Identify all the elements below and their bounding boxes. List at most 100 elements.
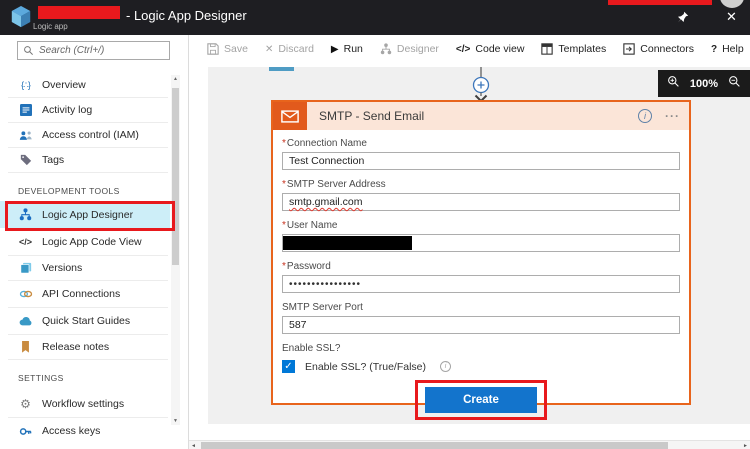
sidebar-item-label: Release notes: [42, 341, 110, 353]
run-button[interactable]: ▶ Run: [331, 43, 363, 55]
sidebar-search[interactable]: [17, 41, 170, 60]
user-name-input[interactable]: [282, 234, 680, 252]
sidebar-item-access-control[interactable]: Access control (IAM): [0, 123, 170, 147]
sidebar-section-development-tools: DEVELOPMENT TOOLS: [18, 186, 120, 196]
sidebar-item-label: Logic App Designer: [42, 208, 134, 221]
code-view-button[interactable]: </> Code view: [456, 43, 525, 55]
search-icon: [24, 46, 33, 55]
search-input[interactable]: [39, 45, 164, 56]
more-options-icon[interactable]: ···: [665, 109, 680, 123]
smtp-send-email-card: SMTP - Send Email i ··· *Connection Name…: [271, 100, 691, 420]
toolbar-button-label: Designer: [396, 43, 439, 55]
sidebar-item-versions[interactable]: Versions: [0, 256, 170, 280]
sidebar-item-label: Tags: [42, 154, 65, 166]
input-value: Test Connection: [289, 155, 365, 167]
sidebar-item-logic-app-code-view[interactable]: </> Logic App Code View: [0, 229, 170, 255]
scrollbar-thumb[interactable]: [201, 442, 668, 449]
sidebar: {∴} Overview Activity log Access control…: [0, 35, 188, 449]
designer-canvas[interactable]: 100% SMTP - Send Email i ··· *Connection: [208, 67, 750, 424]
sidebar-item-tags[interactable]: Tags: [0, 148, 170, 172]
help-button[interactable]: ? Help: [711, 43, 744, 55]
toolbar-button-label: Help: [722, 43, 744, 55]
sidebar-item-logic-app-designer[interactable]: Logic App Designer: [0, 201, 170, 228]
cloud-icon: [18, 316, 33, 326]
close-icon[interactable]: ✕: [726, 9, 737, 25]
password-input[interactable]: ••••••••••••••••: [282, 275, 680, 293]
templates-icon: [541, 43, 554, 55]
card-header[interactable]: SMTP - Send Email i ···: [273, 102, 689, 130]
run-play-icon: ▶: [330, 43, 339, 55]
info-icon[interactable]: i: [638, 109, 652, 123]
field-label: SMTP Server Port: [282, 302, 363, 313]
connectors-icon: [623, 43, 635, 55]
zoom-in-icon[interactable]: [667, 75, 680, 93]
sidebar-item-label: Activity log: [42, 104, 93, 116]
scroll-up-arrow[interactable]: ▲: [171, 76, 180, 82]
scrollbar-thumb[interactable]: [172, 88, 179, 265]
field-label: *Connection Name: [282, 138, 367, 149]
sidebar-item-overview[interactable]: {∴} Overview: [0, 73, 170, 97]
logic-app-cube-icon: [11, 6, 31, 28]
designer-toolbar: Save ✕ Discard ▶ Run Designer </> Code v…: [189, 35, 750, 63]
sidebar-scrollbar[interactable]: ▲ ▼: [171, 75, 180, 425]
sidebar-item-label: API Connections: [42, 288, 121, 300]
info-icon[interactable]: i: [440, 361, 452, 372]
toolbar-button-label: Code view: [475, 43, 525, 55]
sidebar-item-label: Access keys: [42, 425, 101, 437]
required-asterisk: *: [282, 179, 286, 190]
sidebar-item-quick-start-guides[interactable]: Quick Start Guides: [0, 308, 170, 334]
redaction-block: [283, 236, 412, 250]
templates-button[interactable]: Templates: [541, 43, 606, 55]
zoom-out-icon[interactable]: [728, 75, 741, 93]
required-asterisk: *: [282, 220, 286, 231]
pin-icon[interactable]: [677, 11, 689, 23]
people-icon: [18, 130, 33, 141]
enable-ssl-group-label: Enable SSL?: [282, 343, 341, 354]
horizontal-scrollbar[interactable]: ◄ ►: [189, 440, 750, 449]
link-icon: [18, 289, 33, 299]
field-label: *User Name: [282, 220, 338, 231]
smtp-server-port-input[interactable]: 587: [282, 316, 680, 334]
key-icon: [18, 425, 33, 438]
scroll-down-arrow[interactable]: ▼: [171, 418, 180, 424]
sidebar-item-release-notes[interactable]: Release notes: [0, 335, 170, 359]
sidebar-item-label: Versions: [42, 262, 83, 274]
code-icon: </>: [455, 43, 471, 55]
redaction-block: [38, 6, 120, 19]
sidebar-item-label: Access control (IAM): [42, 129, 139, 141]
save-button[interactable]: Save: [207, 43, 248, 55]
field-label: *SMTP Server Address: [282, 179, 386, 190]
redaction-block: [608, 0, 712, 5]
required-asterisk: *: [282, 138, 286, 149]
smtp-connector-icon: [273, 102, 307, 130]
tag-icon: [18, 154, 33, 166]
app-type-label: Logic app: [33, 22, 68, 31]
zoom-control: 100%: [658, 70, 750, 97]
enable-ssl-row: ✓ Enable SSL? (True/False) i: [282, 360, 680, 373]
enable-ssl-checkbox[interactable]: ✓: [282, 360, 295, 373]
avatar[interactable]: [720, 0, 744, 8]
required-asterisk: *: [282, 261, 286, 272]
toolbar-button-label: Connectors: [640, 43, 694, 55]
designer-button[interactable]: Designer: [380, 43, 439, 55]
sidebar-item-workflow-settings[interactable]: ⚙ Workflow settings: [0, 391, 170, 417]
sidebar-item-access-keys[interactable]: Access keys: [0, 418, 170, 444]
discard-button[interactable]: ✕ Discard: [265, 43, 314, 55]
sidebar-item-activity-log[interactable]: Activity log: [0, 98, 170, 122]
create-button[interactable]: Create: [425, 387, 537, 413]
previous-card-edge: [269, 67, 294, 71]
envelope-icon: [281, 109, 299, 123]
help-icon: ?: [710, 43, 718, 55]
smtp-server-address-input[interactable]: smtp.gmail.com: [282, 193, 680, 211]
toolbar-button-label: Templates: [558, 43, 607, 55]
sidebar-item-api-connections[interactable]: API Connections: [0, 281, 170, 307]
scroll-right-arrow[interactable]: ►: [743, 443, 748, 449]
scroll-left-arrow[interactable]: ◄: [191, 443, 196, 449]
main-panel: Save ✕ Discard ▶ Run Designer </> Code v…: [188, 35, 750, 449]
connectors-button[interactable]: Connectors: [623, 43, 694, 55]
checkmark-icon: ✓: [284, 361, 293, 372]
sidebar-item-label: Overview: [42, 79, 86, 91]
annotation-box-create: Create: [415, 380, 547, 420]
connection-name-input[interactable]: Test Connection: [282, 152, 680, 170]
field-label: *Password: [282, 261, 331, 272]
